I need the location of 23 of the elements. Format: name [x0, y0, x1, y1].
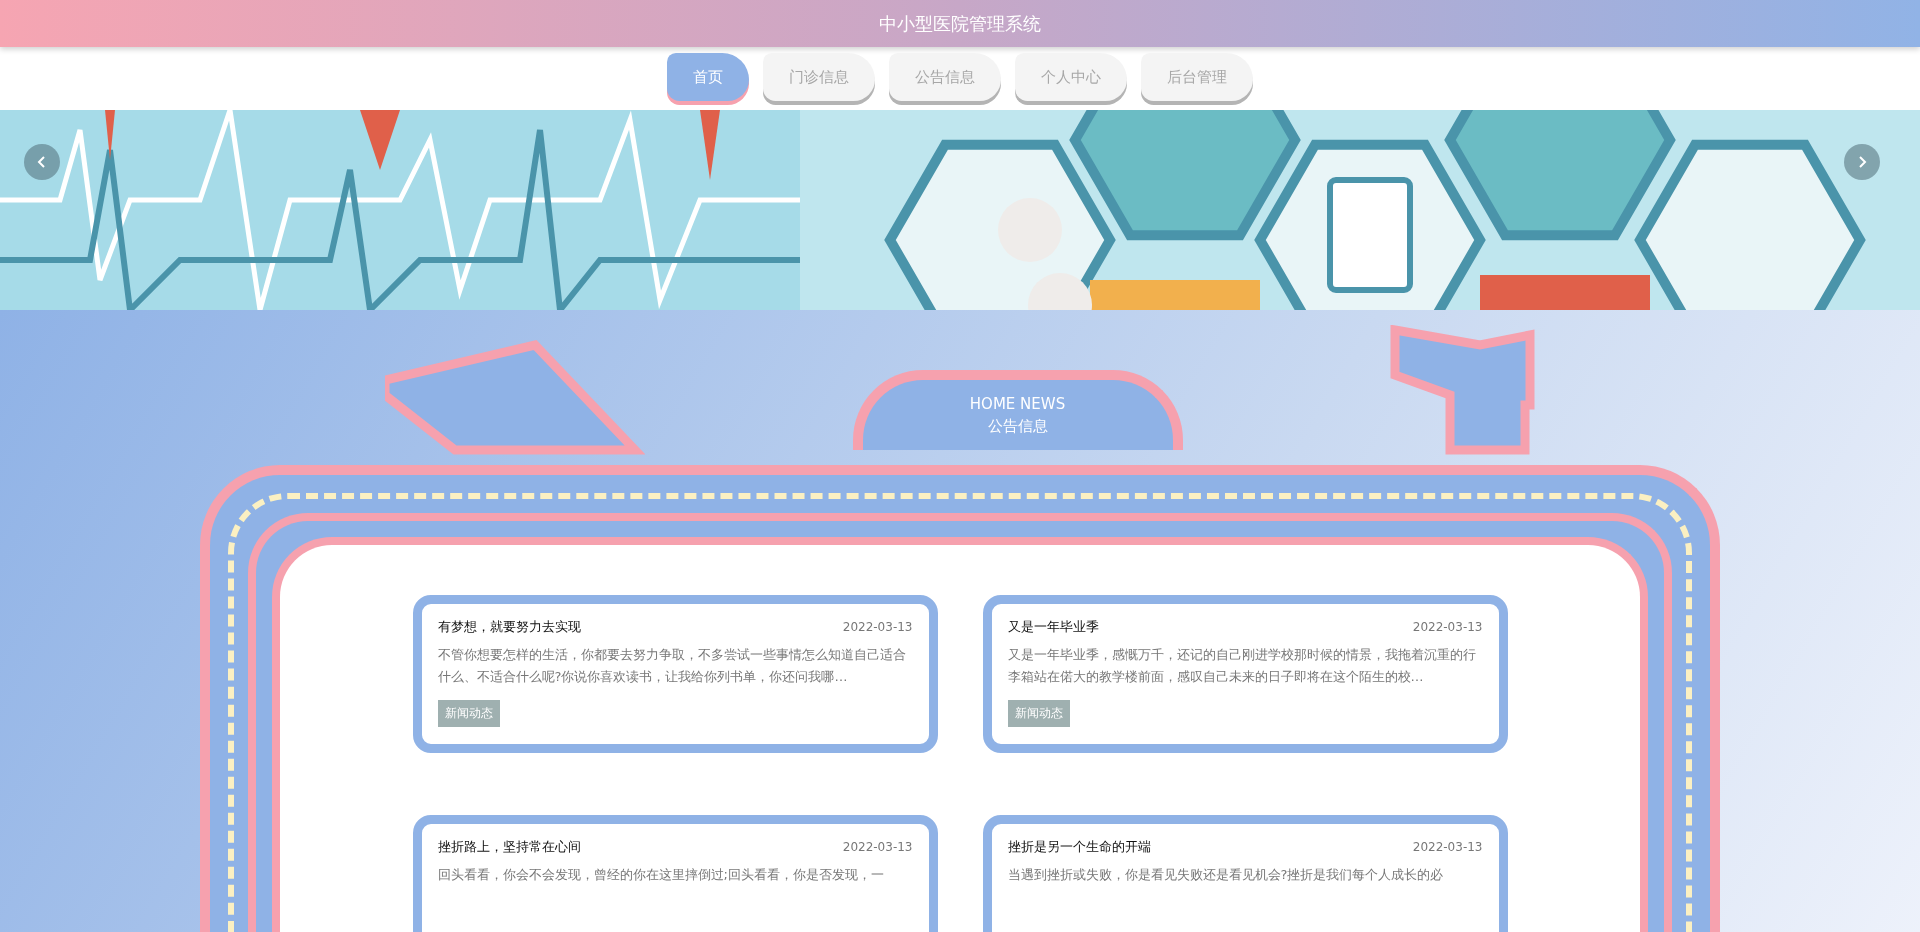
news-title: 挫折路上，坚持常在心间	[437, 838, 581, 856]
app-title: 中小型医院管理系统	[879, 11, 1041, 36]
news-summary: 当遇到挫折或失败，你是看见失败还是看见机会?挫折是我们每个人成长的必	[1007, 866, 1445, 884]
section-title: 公告信息	[987, 416, 1048, 437]
news-card[interactable]: 又是一年毕业季 2022-03-13 又是一年毕业季，感慨万千，还记的自己刚进学校那时候的情景，我拖着沉重的行李箱站在偌大的教学楼前面，感叹自己未来的日子即将在这个陌生的校… 新闻动态	[982, 595, 1508, 753]
next-button[interactable]	[1844, 144, 1880, 180]
category-tag: 新闻动态	[1007, 700, 1070, 727]
category-tag: 新闻动态	[437, 700, 500, 727]
news-card[interactable]: 有梦想，就要努力去实现 2022-03-13 不管你想要怎样的生活，你都要去努力争取，不多尝试一些事情怎么知道自己适合什么、不适合什么呢?你说你喜欢读书，让我给你列书单，你还问我哪… 新闻动态	[412, 595, 938, 753]
news-title: 挫折是另一个生命的开端	[1007, 838, 1151, 856]
news-card[interactable]: 挫折是另一个生命的开端 2022-03-13 当遇到挫折或失败，你是看见失败还是看见机会?挫折是我们每个人成长的必	[982, 815, 1508, 932]
news-summary: 不管你想要怎样的生活，你都要去努力争取，不多尝试一些事情怎么知道自己适合什么、不适合什么呢?你说你喜欢读书，让我给你列书单，你还问我哪…	[437, 646, 907, 686]
news-summary: 又是一年毕业季，感慨万千，还记的自己刚进学校那时候的情景，我拖着沉重的行李箱站在偌大的教学楼前面，感叹自己未来的日子即将在这个陌生的校…	[1007, 646, 1477, 686]
news-date: 2022-03-13	[842, 620, 913, 634]
news-date: 2022-03-13	[1412, 840, 1483, 854]
news-card[interactable]: 挫折路上，坚持常在心间 2022-03-13 回头看看，你会不会发现，曾经的你在这里摔倒过;回头看看，你是否发现，一	[412, 815, 938, 932]
previous-button[interactable]	[24, 144, 60, 180]
news-title: 有梦想，就要努力去实现	[437, 618, 581, 636]
news-title: 又是一年毕业季	[1007, 618, 1099, 636]
news-date: 2022-03-13	[842, 840, 913, 854]
section-subtitle: HOME NEWS	[969, 394, 1066, 415]
news-date: 2022-03-13	[1412, 620, 1483, 634]
news-summary: 回头看看，你会不会发现，曾经的你在这里摔倒过;回头看看，你是否发现，一	[437, 866, 885, 884]
